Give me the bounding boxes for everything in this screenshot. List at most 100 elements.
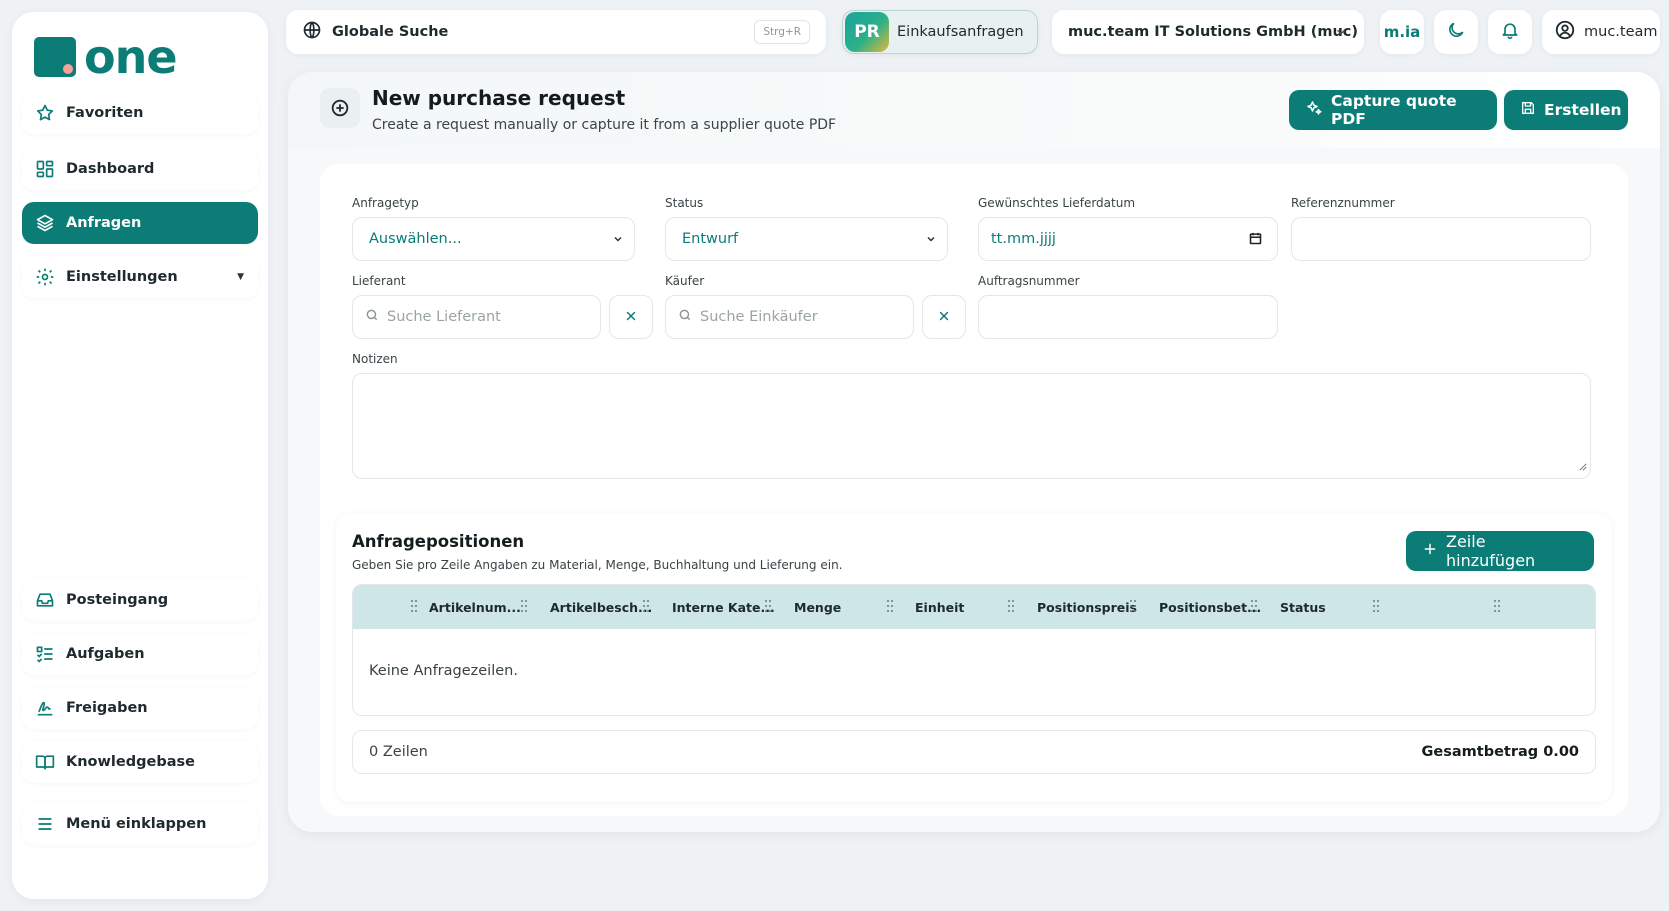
drag-handle-icon[interactable] bbox=[1251, 600, 1259, 614]
column-header-positionspreis[interactable]: Positionspreis bbox=[1037, 585, 1137, 629]
inbox-icon bbox=[34, 589, 56, 611]
drag-handle-icon[interactable] bbox=[1130, 600, 1138, 614]
drag-handle-icon[interactable] bbox=[411, 600, 419, 614]
theme-toggle-button[interactable] bbox=[1434, 10, 1478, 54]
total-amount: Gesamtbetrag 0.00 bbox=[1421, 744, 1579, 760]
sidebar-item-posteingang[interactable]: Posteingang bbox=[22, 579, 258, 621]
logo-mark bbox=[34, 37, 76, 77]
book-icon bbox=[34, 751, 56, 773]
ai-label: m.ia bbox=[1383, 23, 1421, 41]
column-header-interne-kategorie[interactable]: Interne Kate... bbox=[672, 585, 775, 629]
column-header-artikelbeschreibung[interactable]: Artikelbesch... bbox=[550, 585, 652, 629]
drag-handle-icon[interactable] bbox=[765, 600, 773, 614]
close-icon bbox=[624, 308, 638, 327]
lieferant-placeholder: Suche Lieferant bbox=[387, 309, 501, 325]
sidebar-item-einstellungen[interactable]: Einstellungen ▼ bbox=[22, 256, 258, 298]
collapse-menu-button[interactable]: Menü einklappen bbox=[22, 803, 258, 845]
lieferdatum-input[interactable]: tt.mm.jjjj bbox=[978, 217, 1278, 261]
add-row-label: Zeile hinzufügen bbox=[1446, 532, 1536, 570]
drag-handle-icon[interactable] bbox=[521, 600, 529, 614]
layers-icon bbox=[34, 212, 56, 234]
clear-lieferant-button[interactable] bbox=[609, 295, 653, 339]
sidebar-item-anfragen[interactable]: Anfragen bbox=[22, 202, 258, 244]
column-header-artikelnummer[interactable]: Artikelnum... bbox=[429, 585, 521, 629]
lieferdatum-label: Gewünschtes Lieferdatum bbox=[978, 196, 1136, 210]
lines-title: Anfragepositionen bbox=[352, 532, 525, 551]
drag-handle-icon[interactable] bbox=[1373, 600, 1381, 614]
logo-text: one bbox=[84, 30, 178, 84]
drag-handle-icon[interactable] bbox=[887, 600, 895, 614]
anfragetyp-label: Anfragetyp bbox=[352, 196, 419, 210]
sidebar-item-label: Anfragen bbox=[66, 215, 142, 231]
search-shortcut-badge: Strg+R bbox=[754, 20, 810, 44]
sidebar-item-label: Dashboard bbox=[66, 161, 155, 177]
kaeufer-search-input[interactable]: Suche Einkäufer bbox=[665, 295, 914, 339]
status-value: Entwurf bbox=[682, 231, 739, 247]
notizen-textarea[interactable] bbox=[352, 373, 1591, 479]
sidebar: one Favoriten Dashboard Anfragen Einstel… bbox=[12, 12, 268, 899]
chevron-down-icon bbox=[1334, 24, 1348, 43]
brand-logo[interactable]: one bbox=[34, 30, 178, 84]
search-icon bbox=[365, 308, 379, 326]
company-selector[interactable]: muc.team IT Solutions GmbH (muc) bbox=[1052, 10, 1364, 54]
module-switcher[interactable]: PR Einkaufsanfragen bbox=[842, 10, 1038, 54]
tasks-icon bbox=[34, 643, 56, 665]
create-button[interactable]: Erstellen bbox=[1504, 90, 1628, 130]
request-lines-section: Anfragepositionen Geben Sie pro Zeile An… bbox=[336, 514, 1612, 802]
anfragetyp-value: Auswählen... bbox=[369, 231, 462, 247]
ai-assistant-button[interactable]: m.ia bbox=[1380, 10, 1424, 54]
drag-handle-icon[interactable] bbox=[643, 600, 651, 614]
sidebar-item-label: Favoriten bbox=[66, 105, 144, 121]
bell-icon bbox=[1500, 20, 1520, 44]
sidebar-item-label: Knowledgebase bbox=[66, 754, 195, 770]
sidebar-item-label: Aufgaben bbox=[66, 646, 145, 662]
column-header-positionsbetrag[interactable]: Positionsbet... bbox=[1159, 585, 1261, 629]
kaeufer-placeholder: Suche Einkäufer bbox=[700, 309, 818, 325]
drag-handle-icon[interactable] bbox=[1008, 600, 1016, 614]
sidebar-item-favoriten[interactable]: Favoriten bbox=[22, 92, 258, 134]
company-name: muc.team IT Solutions GmbH (muc) bbox=[1068, 24, 1358, 40]
user-name: muc.team bbox=[1584, 24, 1658, 40]
add-row-button[interactable]: Zeile hinzufügen bbox=[1406, 531, 1594, 571]
module-label: Einkaufsanfragen bbox=[897, 24, 1024, 40]
chevron-down-icon bbox=[925, 233, 937, 249]
lieferdatum-value: tt.mm.jjjj bbox=[991, 231, 1056, 247]
module-badge: PR bbox=[845, 12, 889, 52]
lieferant-label: Lieferant bbox=[352, 274, 406, 288]
notifications-button[interactable] bbox=[1488, 10, 1532, 54]
lines-table: Artikelnum... Artikelbesch... Interne Ka… bbox=[352, 584, 1596, 716]
empty-table-message: Keine Anfragezeilen. bbox=[369, 663, 518, 679]
calendar-icon[interactable] bbox=[1248, 231, 1263, 250]
referenznummer-label: Referenznummer bbox=[1291, 196, 1395, 210]
sidebar-item-dashboard[interactable]: Dashboard bbox=[22, 148, 258, 190]
column-header-einheit[interactable]: Einheit bbox=[915, 585, 964, 629]
global-search[interactable]: Globale Suche Strg+R bbox=[286, 10, 826, 54]
drag-handle-icon[interactable] bbox=[1494, 600, 1502, 614]
lieferant-search-input[interactable]: Suche Lieferant bbox=[352, 295, 601, 339]
moon-icon bbox=[1446, 20, 1466, 44]
star-icon bbox=[34, 102, 56, 124]
user-menu[interactable]: muc.team bbox=[1542, 10, 1660, 54]
chevron-down-icon: ▼ bbox=[237, 272, 244, 282]
referenznummer-input[interactable] bbox=[1291, 217, 1591, 261]
sidebar-item-knowledgebase[interactable]: Knowledgebase bbox=[22, 741, 258, 783]
sidebar-item-freigaben[interactable]: Freigaben bbox=[22, 687, 258, 729]
anfragetyp-select[interactable]: Auswählen... bbox=[352, 217, 635, 261]
notizen-label: Notizen bbox=[352, 352, 398, 366]
page-title: New purchase request bbox=[372, 86, 626, 110]
dashboard-icon bbox=[34, 158, 56, 180]
request-form: Anfragetyp Auswählen... Status Entwurf G… bbox=[320, 164, 1628, 816]
chevron-down-icon bbox=[612, 233, 624, 249]
column-header-status[interactable]: Status bbox=[1280, 585, 1326, 629]
sidebar-item-aufgaben[interactable]: Aufgaben bbox=[22, 633, 258, 675]
auftragsnummer-input[interactable] bbox=[978, 295, 1278, 339]
auftragsnummer-label: Auftragsnummer bbox=[978, 274, 1080, 288]
capture-quote-pdf-button[interactable]: Capture quote PDF bbox=[1289, 90, 1497, 130]
status-select[interactable]: Entwurf bbox=[665, 217, 948, 261]
column-header-menge[interactable]: Menge bbox=[794, 585, 841, 629]
plus-circle-icon bbox=[320, 88, 360, 128]
resize-handle-icon[interactable] bbox=[1579, 456, 1587, 475]
sidebar-item-label: Menü einklappen bbox=[66, 816, 207, 832]
clear-kaeufer-button[interactable] bbox=[922, 295, 966, 339]
global-search-label: Globale Suche bbox=[332, 24, 449, 40]
